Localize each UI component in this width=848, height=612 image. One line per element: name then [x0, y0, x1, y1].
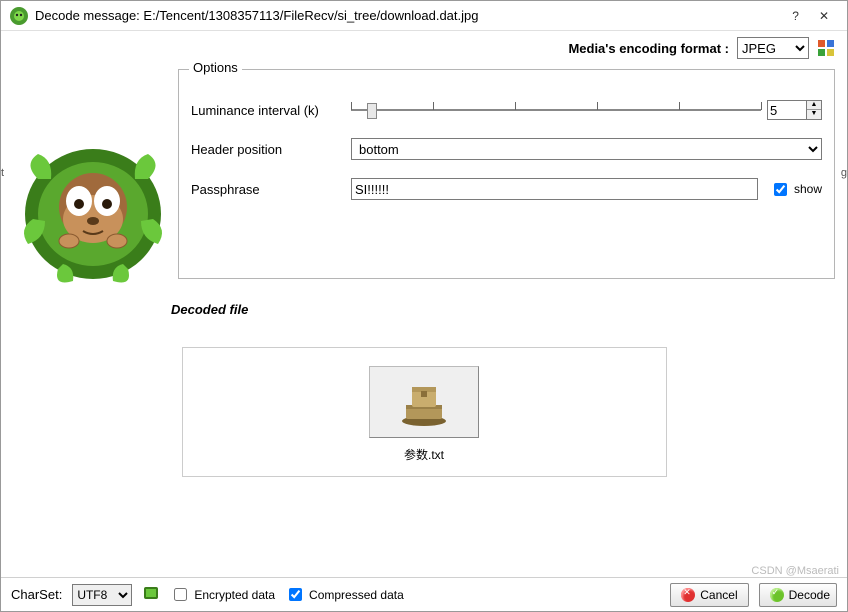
help-button[interactable]: ? — [792, 9, 799, 23]
luminance-spinbox[interactable]: ▲▼ — [767, 100, 822, 120]
dialog-window: Decode message: E:/Tencent/1308357113/Fi… — [0, 0, 848, 612]
edge-char-left: t — [1, 167, 4, 179]
palette-icon[interactable] — [817, 39, 835, 57]
spin-down-icon[interactable]: ▼ — [807, 110, 821, 119]
passphrase-input[interactable] — [351, 178, 758, 200]
show-passphrase-checkbox[interactable] — [774, 183, 787, 196]
decoded-file-button[interactable] — [369, 366, 479, 438]
mascot-icon — [13, 119, 173, 289]
encrypted-data-checkbox[interactable] — [174, 588, 187, 601]
spin-up-icon[interactable]: ▲ — [807, 101, 821, 110]
show-passphrase-wrap[interactable]: show — [770, 180, 822, 199]
titlebar: Decode message: E:/Tencent/1308357113/Fi… — [1, 1, 847, 31]
header-position-select[interactable]: bottom — [351, 138, 822, 160]
passphrase-label: Passphrase — [191, 182, 351, 197]
encrypted-data-wrap[interactable]: Encrypted data — [170, 585, 275, 604]
show-passphrase-label: show — [794, 182, 822, 196]
app-icon — [9, 6, 29, 26]
compressed-data-wrap[interactable]: Compressed data — [285, 585, 404, 604]
cancel-button[interactable]: Cancel — [670, 583, 748, 607]
decode-icon — [770, 588, 784, 602]
media-format-row: Media's encoding format : JPEG — [1, 31, 847, 65]
luminance-value-input[interactable] — [767, 100, 807, 120]
bottom-bar: CharSet: UTF8 Encrypted data Compressed … — [1, 577, 847, 611]
cancel-button-label: Cancel — [700, 588, 737, 602]
charset-select[interactable]: UTF8 — [72, 584, 132, 606]
luminance-slider[interactable] — [351, 100, 761, 120]
charset-label: CharSet: — [11, 587, 62, 602]
media-format-label: Media's encoding format : — [568, 41, 729, 56]
system-buttons: ? ✕ — [782, 9, 839, 23]
header-position-row: Header position bottom — [191, 138, 822, 160]
mascot-column — [13, 69, 178, 292]
cancel-icon — [681, 588, 695, 602]
archive-icon — [394, 377, 454, 427]
compressed-data-label: Compressed data — [309, 588, 404, 602]
edge-char-right: g — [841, 167, 847, 179]
binary-icon[interactable] — [142, 584, 160, 605]
encrypted-data-label: Encrypted data — [194, 588, 275, 602]
decode-button-label: Decode — [789, 588, 830, 602]
decoded-file-area: 参数.txt — [182, 347, 667, 477]
decoded-file-name: 参数.txt — [183, 446, 666, 463]
passphrase-row: Passphrase show — [191, 178, 822, 200]
options-group: Options Luminance interval (k) — [178, 69, 835, 279]
options-legend: Options — [189, 60, 242, 75]
header-position-label: Header position — [191, 142, 351, 157]
decode-button[interactable]: Decode — [759, 583, 837, 607]
window-title: Decode message: E:/Tencent/1308357113/Fi… — [35, 8, 782, 23]
media-format-select[interactable]: JPEG — [737, 37, 809, 59]
luminance-row: Luminance interval (k) ▲▼ — [191, 100, 822, 120]
decoded-file-heading: Decoded file — [171, 302, 847, 317]
luminance-label: Luminance interval (k) — [191, 103, 351, 118]
close-button[interactable]: ✕ — [819, 9, 829, 23]
compressed-data-checkbox[interactable] — [289, 588, 302, 601]
watermark-text: CSDN @Msaerati — [751, 565, 839, 577]
